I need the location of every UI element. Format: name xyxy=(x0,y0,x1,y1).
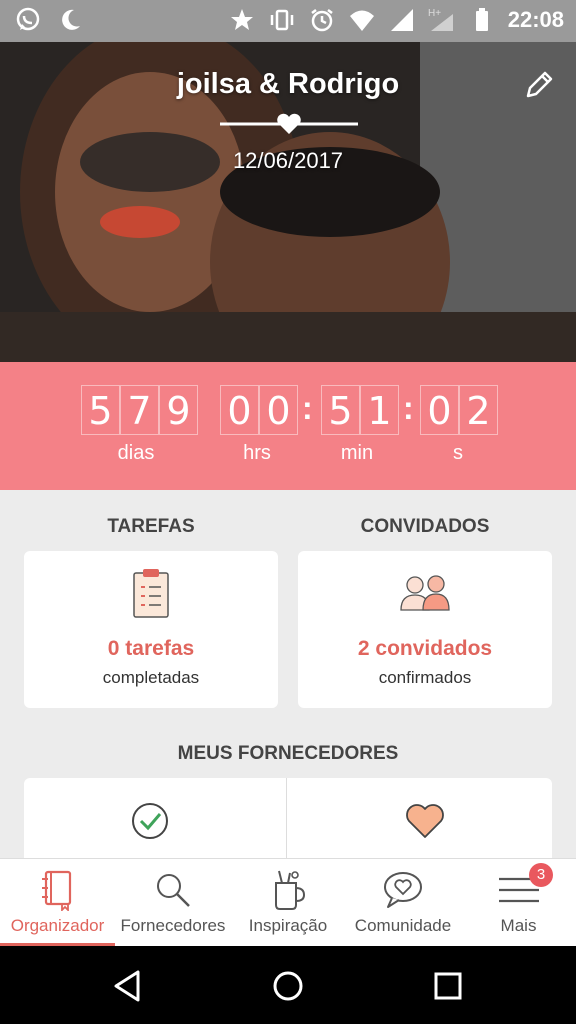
minutes-label: min xyxy=(340,442,374,464)
digit: 2 xyxy=(459,385,498,435)
fornecedores-card xyxy=(24,778,552,868)
chat-heart-icon xyxy=(384,872,422,908)
countdown-minutes: 5 1 xyxy=(321,385,399,435)
pencil-icon[interactable] xyxy=(522,68,556,102)
signal-icon xyxy=(390,9,413,31)
tab-label: Inspiração xyxy=(248,916,328,935)
hours-label: hrs xyxy=(243,442,271,464)
system-nav-bar xyxy=(0,946,576,1024)
digit: 9 xyxy=(159,385,198,435)
tarefas-card[interactable]: 0 tarefas completadas xyxy=(24,551,278,708)
check-circle-icon[interactable] xyxy=(130,801,170,841)
couple-photo-header: joilsa & Rodrigo 12/06/2017 xyxy=(0,42,576,362)
battery-icon xyxy=(475,8,488,31)
vibrate-icon xyxy=(270,9,293,31)
countdown-hours: 0 0 xyxy=(220,385,298,435)
search-icon xyxy=(157,874,190,907)
wedding-date: 12/06/2017 xyxy=(232,148,344,173)
tab-fornecedores[interactable]: Fornecedores xyxy=(115,859,231,947)
back-icon[interactable] xyxy=(108,966,148,1006)
tab-organizador[interactable]: Organizador xyxy=(0,859,115,947)
tab-mais[interactable]: 3 Mais xyxy=(461,859,576,947)
colon-separator: : xyxy=(403,390,414,426)
convidados-sub: confirmados xyxy=(378,668,472,687)
countdown-days: 5 7 9 xyxy=(81,385,198,435)
digit: 7 xyxy=(120,385,159,435)
hplus-signal-icon: H+ xyxy=(428,8,453,31)
days-label: dias xyxy=(117,442,155,464)
notebook-icon xyxy=(41,870,71,911)
tab-label: Mais xyxy=(500,916,537,935)
wifi-icon xyxy=(349,10,374,31)
guests-icon xyxy=(400,575,450,611)
tarefas-count: 0 tarefas xyxy=(107,637,195,660)
colon-separator: : xyxy=(302,390,313,426)
cup-icon xyxy=(275,870,306,910)
status-bar: H+ 22:08 xyxy=(0,0,576,42)
convidados-count: 2 convidados xyxy=(357,637,493,660)
tab-label: Fornecedores xyxy=(120,916,226,935)
tab-comunidade[interactable]: Comunidade xyxy=(345,859,461,947)
tab-inspiracao[interactable]: Inspiração xyxy=(231,859,345,947)
recents-icon[interactable] xyxy=(428,966,468,1006)
tarefas-sub: completadas xyxy=(102,668,200,687)
digit: 5 xyxy=(321,385,360,435)
convidados-title: CONVIDADOS xyxy=(360,516,490,537)
digit: 5 xyxy=(81,385,120,435)
clipboard-icon xyxy=(133,569,169,618)
digit: 1 xyxy=(360,385,399,435)
moon-icon xyxy=(62,9,80,30)
heart-icon[interactable] xyxy=(404,802,446,840)
svg-text:H+: H+ xyxy=(428,8,441,19)
tarefas-title: TAREFAS xyxy=(107,516,195,537)
heart-divider xyxy=(220,113,358,134)
digit: 0 xyxy=(259,385,298,435)
bottom-tab-bar: Organizador Fornecedores Inspiração Comu… xyxy=(0,858,576,947)
notification-badge: 3 xyxy=(529,863,553,887)
clock-time: 22:08 xyxy=(507,7,564,32)
seconds-label: s xyxy=(453,442,463,464)
countdown-panel: 5 7 9 0 0 : 5 1 : 0 2 dias hrs min s xyxy=(0,362,576,490)
fornecedores-title: MEUS FORNECEDORES xyxy=(177,743,399,764)
home-icon[interactable] xyxy=(268,966,308,1006)
alarm-icon xyxy=(310,9,333,32)
whatsapp-icon xyxy=(16,7,40,31)
digit: 0 xyxy=(420,385,459,435)
countdown-seconds: 0 2 xyxy=(420,385,498,435)
digit: 0 xyxy=(220,385,259,435)
tab-label: Organizador xyxy=(10,916,105,935)
couple-names: joilsa & Rodrigo xyxy=(176,68,400,100)
divider xyxy=(286,778,287,868)
star-icon xyxy=(230,9,253,30)
convidados-card[interactable]: 2 convidados confirmados xyxy=(298,551,552,708)
tab-label: Comunidade xyxy=(354,916,452,935)
